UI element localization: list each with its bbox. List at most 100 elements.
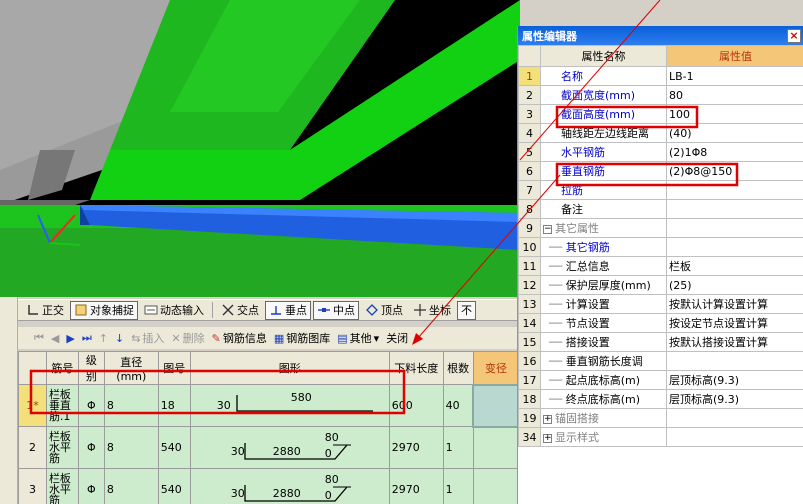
rebar-name-cell[interactable]: 栏板垂直筋.1 [45,384,79,427]
property-name-cell[interactable]: + 锚固搭接 [540,408,667,428]
grade-cell[interactable]: Φ [77,384,105,427]
row-number[interactable]: 2 [18,426,47,469]
property-row-number[interactable]: 2 [518,85,541,105]
property-row[interactable]: 5 水平钢筋 (2)1Φ8 [518,142,803,162]
diameter-change-cell[interactable] [472,383,520,428]
header-rebar-no[interactable]: 筋号 [45,351,79,385]
property-row-number[interactable]: 18 [518,389,541,409]
property-row[interactable]: 11 ── 汇总信息 栏板 [518,256,803,276]
3d-viewport[interactable] [0,0,520,297]
property-value-cell[interactable]: 80 [666,85,803,105]
property-name-cell[interactable]: − 其它属性 [540,218,667,238]
property-row[interactable]: 4 轴线距左边线距离 (40) [518,123,803,143]
property-row[interactable]: 16 ── 垂直钢筋长度调 [518,351,803,371]
property-row-number[interactable]: 8 [518,199,541,219]
header-diameter-change[interactable]: 变径 [472,351,520,385]
table-row[interactable]: 2 栏板水平筋 Φ 8 540 30 2880 80 0 2970 1 [18,426,520,469]
property-row-number[interactable]: 4 [518,123,541,143]
property-row[interactable]: 19 + 锚固搭接 [518,408,803,428]
expand-icon[interactable]: + [543,414,552,424]
header-shape-no[interactable]: 图号 [157,351,191,385]
shape-no-cell[interactable]: 18 [157,384,191,427]
vertex-snap-button[interactable]: 顶点 [361,301,407,320]
header-cut-length[interactable]: 下料长度 [388,351,444,385]
property-name-cell[interactable]: ── 汇总信息 [540,256,667,276]
property-name-cell[interactable]: 水平钢筋 [540,142,667,162]
last-record-icon[interactable]: ⏭ [80,331,94,345]
property-name-cell[interactable]: 截面宽度(mm) [540,85,667,105]
shape-cell[interactable]: 30 580 [189,384,390,427]
property-name-cell[interactable]: ── 计算设置 [540,294,667,314]
property-row[interactable]: 1 名称 LB-1 [518,66,803,86]
intersection-snap-button[interactable]: 交点 [217,301,263,320]
property-editor-titlebar[interactable]: 属性编辑器 × [518,26,803,45]
count-cell[interactable]: 1 [442,426,474,469]
property-value-cell[interactable]: 层顶标高(9.3) [666,370,803,390]
diameter-change-cell[interactable] [472,468,520,504]
close-table-button[interactable]: 关闭 [384,330,410,346]
property-value-cell[interactable]: 栏板 [666,256,803,276]
expand-icon[interactable]: + [543,433,552,443]
prev-record-icon[interactable]: ◀ [49,332,61,345]
other-menu-button[interactable]: ▤ 其他 ▾ [335,330,381,346]
close-icon[interactable]: × [787,28,801,43]
row-number[interactable]: 3 [18,468,47,504]
coordinate-snap-button[interactable]: 坐标 [409,301,455,320]
property-name-cell[interactable]: ── 节点设置 [540,313,667,333]
property-name-cell[interactable]: 垂直钢筋 [540,161,667,181]
rebar-name-cell[interactable]: 栏板水平筋 [45,468,79,504]
move-up-icon[interactable]: ↑ [97,332,110,345]
property-row[interactable]: 2 截面宽度(mm) 80 [518,85,803,105]
count-cell[interactable]: 1 [442,468,474,504]
shape-no-cell[interactable]: 540 [157,468,191,504]
object-snap-button[interactable]: 对象捕捉 [70,300,138,320]
property-value-cell[interactable]: 100 [666,104,803,124]
diameter-cell[interactable]: 8 [103,468,159,504]
property-value-cell[interactable] [666,218,803,238]
property-value-cell[interactable] [666,427,803,447]
property-row-number[interactable]: 5 [518,142,541,162]
ortho-button[interactable]: 正交 [22,301,68,320]
property-value-cell[interactable]: (2)Φ8@150 [666,161,803,181]
property-value-cell[interactable]: (25) [666,275,803,295]
property-row[interactable]: 18 ── 终点底标高(m) 层顶标高(9.3) [518,389,803,409]
collapse-icon[interactable]: − [543,224,552,234]
header-grade[interactable]: 级别 [77,351,105,385]
property-row-number[interactable]: 19 [518,408,541,428]
property-row-number[interactable]: 13 [518,294,541,314]
property-name-cell[interactable]: ── 终点底标高(m) [540,389,667,409]
move-down-icon[interactable]: ↓ [113,332,126,345]
property-row-number[interactable]: 1 [518,66,541,86]
property-row-number[interactable]: 11 [518,256,541,276]
next-record-icon[interactable]: ▶ [64,332,76,345]
property-name-cell[interactable]: 名称 [540,66,667,86]
property-name-cell[interactable]: ── 其它钢筋 [540,237,667,257]
property-name-cell[interactable]: ── 搭接设置 [540,332,667,352]
rebar-info-button[interactable]: ✎ 钢筋信息 [210,330,269,346]
table-row[interactable]: 3 栏板水平筋 Φ 8 540 30 2880 80 0 2970 1 [18,468,520,504]
property-row[interactable]: 12 ── 保护层厚度(mm) (25) [518,275,803,295]
header-count[interactable]: 根数 [442,351,474,385]
property-value-cell[interactable]: 层顶标高(9.3) [666,389,803,409]
property-name-cell[interactable]: ── 保护层厚度(mm) [540,275,667,295]
property-value-cell[interactable]: 按默认搭接设置计算 [666,332,803,352]
property-row[interactable]: 17 ── 起点底标高(m) 层顶标高(9.3) [518,370,803,390]
cut-length-cell[interactable]: 2970 [388,468,444,504]
property-name-cell[interactable]: 备注 [540,199,667,219]
snap-more-button[interactable]: 不 [457,300,476,320]
property-row[interactable]: 34 + 显示样式 [518,427,803,447]
property-name-cell[interactable]: 拉筋 [540,180,667,200]
grade-cell[interactable]: Φ [77,426,105,469]
perpendicular-snap-button[interactable]: 垂点 [265,300,311,320]
grade-cell[interactable]: Φ [77,468,105,504]
property-value-cell[interactable] [666,199,803,219]
cut-length-cell[interactable]: 2970 [388,426,444,469]
property-row[interactable]: 10 ── 其它钢筋 [518,237,803,257]
shape-cell[interactable]: 30 2880 80 0 [189,426,390,469]
diameter-change-cell[interactable] [472,426,520,469]
cut-length-cell[interactable]: 600 [388,384,444,427]
first-record-icon[interactable]: ⏮ [32,331,46,345]
property-row[interactable]: 8 备注 [518,199,803,219]
rebar-library-button[interactable]: ▦ 钢筋图库 [272,330,332,346]
shape-cell[interactable]: 30 2880 80 0 [189,468,390,504]
